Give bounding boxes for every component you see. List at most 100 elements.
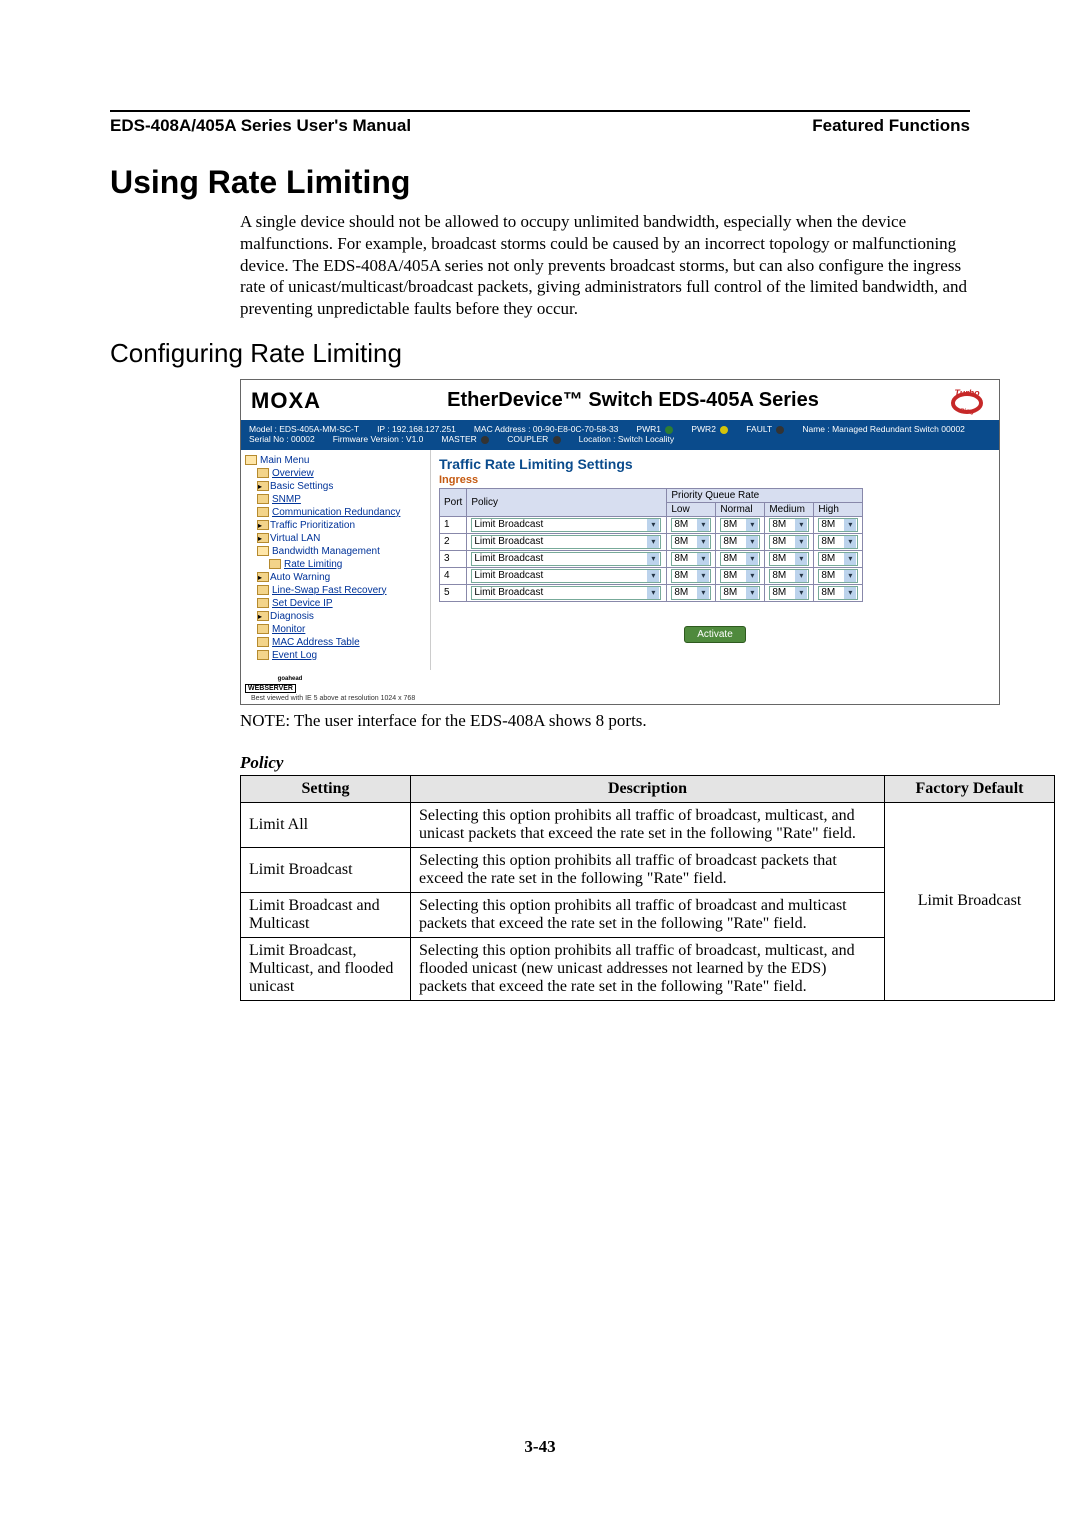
- chevron-down-icon: ▾: [746, 587, 758, 599]
- status-mac: MAC Address : 00-90-E8-0C-70-58-33: [474, 424, 619, 434]
- ingress-label: Ingress: [439, 474, 991, 486]
- h1-using-rate-limiting: Using Rate Limiting: [110, 164, 970, 201]
- rate-select[interactable]: 8M▾: [769, 552, 809, 566]
- rate-select[interactable]: 8M▾: [769, 586, 809, 600]
- table-row: 5Limit Broadcast▾8M▾8M▾8M▾8M▾: [440, 584, 863, 601]
- header-right: Featured Functions: [812, 116, 970, 136]
- nav-link[interactable]: Monitor: [272, 624, 305, 635]
- chevron-down-icon: ▾: [647, 587, 659, 599]
- rate-select[interactable]: 8M▾: [671, 535, 711, 549]
- header-left: EDS-408A/405A Series User's Manual: [110, 116, 411, 136]
- nav-item[interactable]: Bandwidth Management: [245, 545, 426, 558]
- table-row: 4Limit Broadcast▾8M▾8M▾8M▾8M▾: [440, 567, 863, 584]
- policy-desc-cell: Selecting this option prohibits all traf…: [411, 892, 885, 937]
- nav-link[interactable]: Line-Swap Fast Recovery: [272, 585, 387, 596]
- th-setting: Setting: [241, 775, 411, 802]
- policy-select[interactable]: Limit Broadcast▾: [471, 535, 661, 549]
- rate-select[interactable]: 8M▾: [818, 535, 858, 549]
- status-model: Model : EDS-405A-MM-SC-T: [249, 424, 359, 434]
- device-body: Main MenuOverviewBasic SettingsSNMP Commu…: [241, 450, 999, 670]
- port-cell: 2: [440, 533, 467, 550]
- chevron-down-icon: ▾: [746, 536, 758, 548]
- nav-link[interactable]: Set Device IP: [272, 598, 333, 609]
- led-icon: [720, 426, 728, 434]
- header-rule: [110, 110, 970, 112]
- chevron-down-icon: ▾: [647, 553, 659, 565]
- th-policy: Policy: [467, 488, 667, 516]
- rate-select[interactable]: 8M▾: [720, 586, 760, 600]
- policy-select[interactable]: Limit Broadcast▾: [471, 569, 661, 583]
- nav-link[interactable]: Rate Limiting: [284, 559, 342, 570]
- th-priority-queue-rate: Priority Queue Rate: [667, 488, 863, 502]
- rate-select[interactable]: 8M▾: [769, 535, 809, 549]
- nav-item[interactable]: Monitor: [245, 623, 426, 636]
- svg-text:Ring: Ring: [960, 409, 974, 415]
- nav-item[interactable]: Main Menu: [245, 454, 426, 467]
- device-product-title: EtherDevice™ Switch EDS-405A Series: [321, 389, 945, 412]
- nav-link[interactable]: SNMP: [272, 494, 301, 505]
- nav-item[interactable]: Auto Warning: [245, 571, 426, 584]
- rate-select[interactable]: 8M▾: [818, 518, 858, 532]
- nav-item[interactable]: Virtual LAN: [245, 532, 426, 545]
- port-cell: 1: [440, 516, 467, 533]
- policy-desc-cell: Selecting this option prohibits all traf…: [411, 847, 885, 892]
- chevron-down-icon: ▾: [844, 570, 856, 582]
- rate-select[interactable]: 8M▾: [818, 552, 858, 566]
- rate-select[interactable]: 8M▾: [720, 569, 760, 583]
- status-fw: Firmware Version : V1.0: [333, 434, 424, 444]
- policy-select[interactable]: Limit Broadcast▾: [471, 586, 661, 600]
- chevron-down-icon: ▾: [697, 587, 709, 599]
- activate-button[interactable]: Activate: [684, 626, 746, 643]
- th-port: Port: [440, 488, 467, 516]
- chevron-down-icon: ▾: [746, 519, 758, 531]
- nav-link[interactable]: MAC Address Table: [272, 637, 360, 648]
- rate-select[interactable]: 8M▾: [671, 518, 711, 532]
- rate-select[interactable]: 8M▾: [818, 586, 858, 600]
- status-pwr1: PWR1: [636, 424, 673, 434]
- rate-select[interactable]: 8M▾: [769, 569, 809, 583]
- policy-select[interactable]: Limit Broadcast▾: [471, 552, 661, 566]
- nav-link[interactable]: Overview: [272, 468, 314, 479]
- status-pwr2: PWR2: [691, 424, 728, 434]
- rate-select[interactable]: 8M▾: [720, 552, 760, 566]
- chevron-down-icon: ▾: [844, 536, 856, 548]
- chevron-down-icon: ▾: [795, 570, 807, 582]
- policy-select[interactable]: Limit Broadcast▾: [471, 518, 661, 532]
- status-coupler: COUPLER: [507, 434, 560, 444]
- nav-link[interactable]: Event Log: [272, 650, 317, 661]
- chevron-down-icon: ▾: [697, 536, 709, 548]
- led-icon: [776, 426, 784, 434]
- rate-select[interactable]: 8M▾: [671, 552, 711, 566]
- nav-item[interactable]: Line-Swap Fast Recovery: [245, 584, 426, 597]
- nav-item[interactable]: Set Device IP: [245, 597, 426, 610]
- rate-limiting-table: Port Policy Priority Queue Rate Low Norm…: [439, 488, 863, 602]
- nav-item[interactable]: Basic Settings: [245, 480, 426, 493]
- nav-item[interactable]: Traffic Prioritization: [245, 519, 426, 532]
- nav-link[interactable]: Communication Redundancy: [272, 507, 400, 518]
- device-nav-tree: Main MenuOverviewBasic SettingsSNMP Commu…: [241, 450, 431, 670]
- page-number: 3-43: [0, 1437, 1080, 1457]
- turbo-ring-logo: Turbo Ring: [945, 386, 989, 416]
- nav-item[interactable]: Diagnosis: [245, 610, 426, 623]
- rate-select[interactable]: 8M▾: [769, 518, 809, 532]
- rate-select[interactable]: 8M▾: [671, 569, 711, 583]
- nav-item[interactable]: Communication Redundancy: [245, 506, 426, 519]
- led-icon: [665, 426, 673, 434]
- rate-select[interactable]: 8M▾: [671, 586, 711, 600]
- policy-setting-cell: Limit Broadcast, Multicast, and flooded …: [241, 937, 411, 1000]
- rate-select[interactable]: 8M▾: [720, 535, 760, 549]
- nav-item[interactable]: Event Log: [245, 649, 426, 662]
- chevron-down-icon: ▾: [697, 570, 709, 582]
- nav-item[interactable]: MAC Address Table: [245, 636, 426, 649]
- chevron-down-icon: ▾: [795, 536, 807, 548]
- nav-item[interactable]: Rate Limiting: [245, 558, 426, 571]
- led-icon: [553, 436, 561, 444]
- chevron-down-icon: ▾: [844, 519, 856, 531]
- rate-select[interactable]: 8M▾: [720, 518, 760, 532]
- rate-select[interactable]: 8M▾: [818, 569, 858, 583]
- nav-item[interactable]: Overview: [245, 467, 426, 480]
- chevron-down-icon: ▾: [647, 519, 659, 531]
- table-row: 2 Limit Broadcast▾ 8M▾ 8M▾ 8M▾ 8M▾: [440, 533, 863, 550]
- chevron-down-icon: ▾: [844, 587, 856, 599]
- nav-item[interactable]: SNMP: [245, 493, 426, 506]
